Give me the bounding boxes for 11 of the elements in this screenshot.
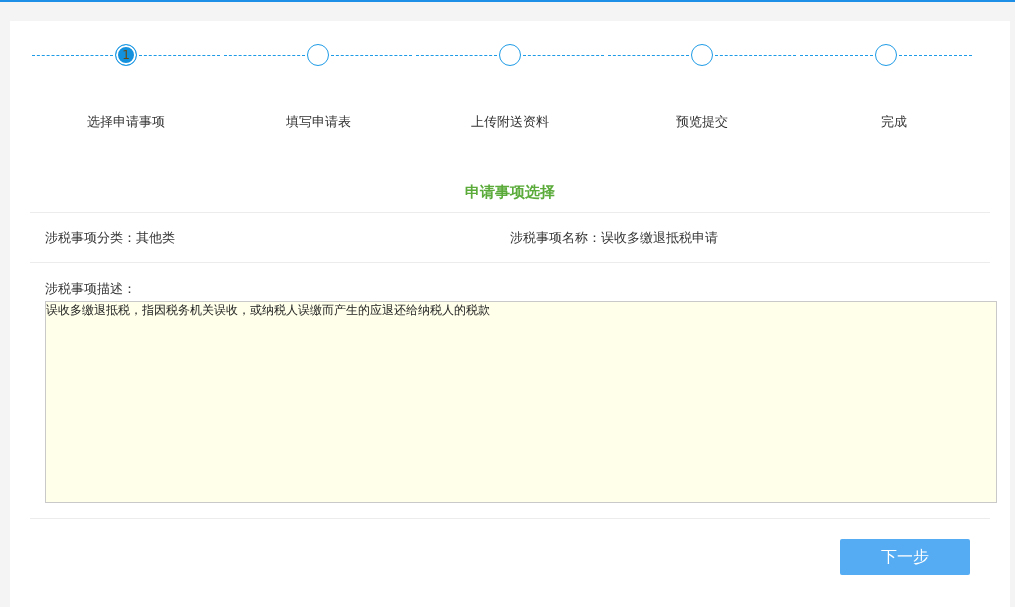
description-field[interactable]: 误收多缴退抵税，指因税务机关误收，或纳税人误缴而产生的应退还给纳税人的税款: [45, 301, 997, 503]
step-label: 完成: [881, 113, 907, 131]
info-text: 涉税事项名称：误收多缴退抵税申请: [510, 229, 719, 247]
step-label: 填写申请表: [285, 113, 351, 131]
step-circle: 1: [115, 44, 137, 66]
info-text: 涉税事项分类：其他类: [45, 229, 176, 247]
description-label: 涉税事项描述：: [45, 280, 137, 298]
step-label: 预览提交: [676, 113, 728, 131]
step-label: 上传附送资料: [471, 113, 549, 131]
step-label: 选择申请事项: [87, 113, 165, 131]
section-title: 申请事项选择: [30, 183, 990, 213]
